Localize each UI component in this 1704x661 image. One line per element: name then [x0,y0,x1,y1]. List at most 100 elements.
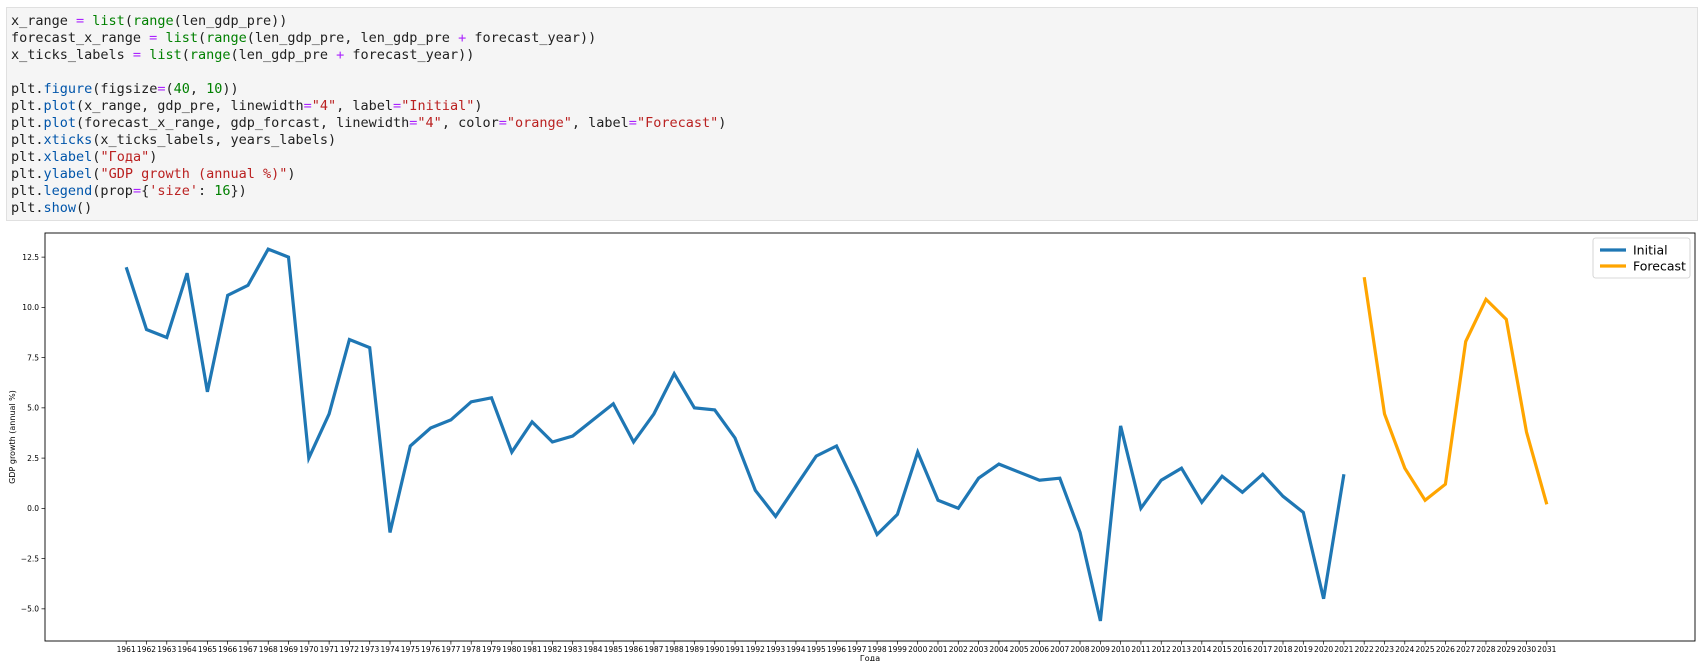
code-token: , [189,81,207,97]
x-tick-label: 1987 [644,645,663,654]
x-tick-label: 1964 [178,645,197,654]
code-token: "GDP growth (annual %)" [100,166,288,182]
code-token: = [132,183,142,199]
x-tick-label: 2020 [1314,645,1333,654]
x-tick-label: 2004 [989,645,1008,654]
code-token: list [92,13,125,29]
x-tick-label: 1977 [441,645,460,654]
code-token: = [67,13,93,29]
code-token: { [141,183,150,199]
code-line: plt.xlabel("Года") [11,149,157,165]
code-token: plt. [11,81,44,97]
code-token: "orange" [506,115,572,131]
x-tick-label: 2026 [1436,645,1455,654]
x-tick-label: 2029 [1497,645,1516,654]
code-editor[interactable]: x_range = list(range(len_gdp_pre)) forec… [11,13,726,217]
code-token: : [198,183,215,199]
x-axis-label: Года [860,654,880,661]
code-token: )) [222,81,239,97]
x-tick-label: 1963 [157,645,176,654]
code-token: forecast_year)) [466,30,597,46]
x-tick-label: 1968 [259,645,278,654]
code-token: ) [149,149,158,165]
x-tick-label: 2012 [1152,645,1171,654]
code-token: "Forecast" [636,115,719,131]
code-token: 16 [214,183,231,199]
code-token: (len_gdp_pre [230,47,337,63]
code-token: xlabel [43,149,93,165]
legend-label: Forecast [1633,259,1686,274]
code-token: (len_gdp_pre)) [173,13,288,29]
code-line: plt.plot(forecast_x_range, gdp_forcast, … [11,115,726,131]
x-tick-label: 1974 [380,645,399,654]
x-tick-label: 1978 [462,645,481,654]
x-tick-label: 1988 [665,645,684,654]
x-tick-label: 2002 [949,645,968,654]
code-token: ) [474,98,483,114]
code-token: plt. [11,149,44,165]
code-line: plt.xticks(x_ticks_labels, years_labels) [11,132,336,148]
plot-output: 1961 1962 1963 1964 1965 1966 1967 1968 1969 1970… [6,227,1698,661]
x-tick-label: 1971 [320,645,339,654]
code-token: xticks [43,132,93,148]
code-token: x_range [11,13,68,29]
code-token: forecast_year)) [344,47,475,63]
x-tick-label: 2006 [1030,645,1049,654]
code-line: x_ticks_labels = list(range(len_gdp_pre … [11,47,474,63]
x-tick-label: 2011 [1131,645,1150,654]
code-token: figure [43,81,93,97]
code-token: ) [718,115,727,131]
code-token: plot [43,98,77,114]
x-tick-label: 2028 [1476,645,1495,654]
x-tick-label: 2023 [1375,645,1394,654]
code-token: "Года" [100,149,150,165]
code-token: plt. [11,132,44,148]
x-tick-label: 1961 [117,645,136,654]
code-token: = [303,98,312,114]
y-tick-label: −2.5 [21,554,39,563]
y-tick-label: 2.5 [27,454,39,463]
code-token: = [124,47,150,63]
x-tick-label: 1983 [563,645,582,654]
x-tick-label: 1989 [685,645,704,654]
x-tick-label: 1993 [766,645,785,654]
x-tick-label: 1981 [523,645,542,654]
x-tick-label: 1999 [888,645,907,654]
code-token: legend [43,183,93,199]
x-tick-label: 1990 [705,645,724,654]
x-tick-label: 2003 [969,645,988,654]
code-token: ( [165,81,174,97]
x-tick-label: 2025 [1416,645,1435,654]
y-tick-label: 0.0 [27,504,39,513]
x-tick-label: 1979 [482,645,501,654]
line-chart: 1961 1962 1963 1964 1965 1966 1967 1968 1969 1970… [8,232,1696,661]
code-token: ( [181,47,190,63]
x-tick-label: 1998 [868,645,887,654]
y-tick-label: 7.5 [27,353,39,362]
code-token: 10 [206,81,223,97]
code-token: range [189,47,231,63]
x-tick-label: 2017 [1253,645,1272,654]
x-tick-label: 2005 [1010,645,1029,654]
x-tick-label: 2007 [1050,645,1069,654]
code-token: forecast_x_range [11,30,142,46]
x-tick-label: 1986 [624,645,643,654]
code-line: plt.show() [11,200,92,216]
x-tick-label: 2016 [1233,645,1252,654]
code-line: plt.plot(x_range, gdp_pre, linewidth="4"… [11,98,482,114]
x-tick-label: 1962 [137,645,156,654]
code-token: "Initial" [401,98,475,114]
x-tick-label: 2031 [1537,645,1556,654]
x-tick-label: 2001 [928,645,947,654]
code-cell[interactable]: x_range = list(range(len_gdp_pre)) forec… [6,7,1698,221]
x-tick-label: 1992 [746,645,765,654]
code-token: = [628,115,637,131]
code-token: range [132,13,174,29]
code-token: list [165,30,198,46]
code-token: }) [230,183,247,199]
code-token: , label [571,115,629,131]
code-token: ( [124,13,133,29]
x-tick-label: 2022 [1355,645,1374,654]
x-tick-label: 1994 [786,645,805,654]
y-tick-label: 10.0 [22,303,39,312]
